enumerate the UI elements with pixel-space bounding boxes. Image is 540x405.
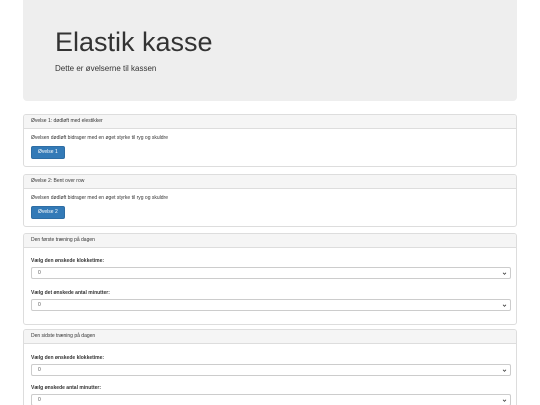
chevron-down-icon xyxy=(502,304,507,307)
chevron-down-icon xyxy=(502,399,507,402)
exercise-1-heading: Øvelse 1: dødløft med elestikker xyxy=(24,115,516,129)
exercise-2-button[interactable]: Øvelse 2 xyxy=(31,206,65,219)
last-training-minutes-value: 0 xyxy=(38,397,41,403)
page: Elastik kasse Dette er øvelserne til kas… xyxy=(0,0,540,405)
last-training-hour-label: Vælg den ønskede klokketime: xyxy=(31,355,105,361)
page-title: Elastik kasse xyxy=(55,27,213,57)
last-training-heading: Den sidste træning på dagen xyxy=(24,330,516,344)
first-training-hour-select[interactable]: 0 xyxy=(31,267,511,279)
first-training-minutes-label: Vælg det ønskede antal minutter: xyxy=(31,290,110,296)
first-training-hour-label: Vælg den ønskede klokketime: xyxy=(31,258,105,264)
chevron-down-icon xyxy=(502,369,507,372)
first-training-panel: Den første træning på dagen Vælg den øns… xyxy=(23,233,517,325)
last-training-hour-value: 0 xyxy=(38,367,41,373)
exercise-2-panel: Øvelse 2: Bent over row Øvelsen dødløft … xyxy=(23,174,517,227)
first-training-hour-value: 0 xyxy=(38,270,41,276)
first-training-heading: Den første træning på dagen xyxy=(24,234,516,248)
first-training-minutes-select[interactable]: 0 xyxy=(31,299,511,311)
last-training-minutes-label: Vælg ønskede antal minutter: xyxy=(31,385,102,391)
last-training-minutes-select[interactable]: 0 xyxy=(31,394,511,405)
last-training-hour-select[interactable]: 0 xyxy=(31,364,511,376)
last-training-panel: Den sidste træning på dagen Vælg den øns… xyxy=(23,329,517,405)
chevron-down-icon xyxy=(502,272,507,275)
page-subtitle: Dette er øvelserne til kassen xyxy=(55,64,157,73)
exercise-2-heading: Øvelse 2: Bent over row xyxy=(24,175,516,189)
exercise-1-button[interactable]: Øvelse 1 xyxy=(31,146,65,159)
exercise-1-description: Øvelsen dødløft bidrager med en øget sty… xyxy=(31,135,169,141)
first-training-minutes-value: 0 xyxy=(38,302,41,308)
exercise-1-panel: Øvelse 1: dødløft med elestikker Øvelsen… xyxy=(23,114,517,167)
exercise-2-description: Øvelsen dødløft bidrager med en øget sty… xyxy=(31,195,169,201)
jumbotron: Elastik kasse Dette er øvelserne til kas… xyxy=(23,0,517,101)
